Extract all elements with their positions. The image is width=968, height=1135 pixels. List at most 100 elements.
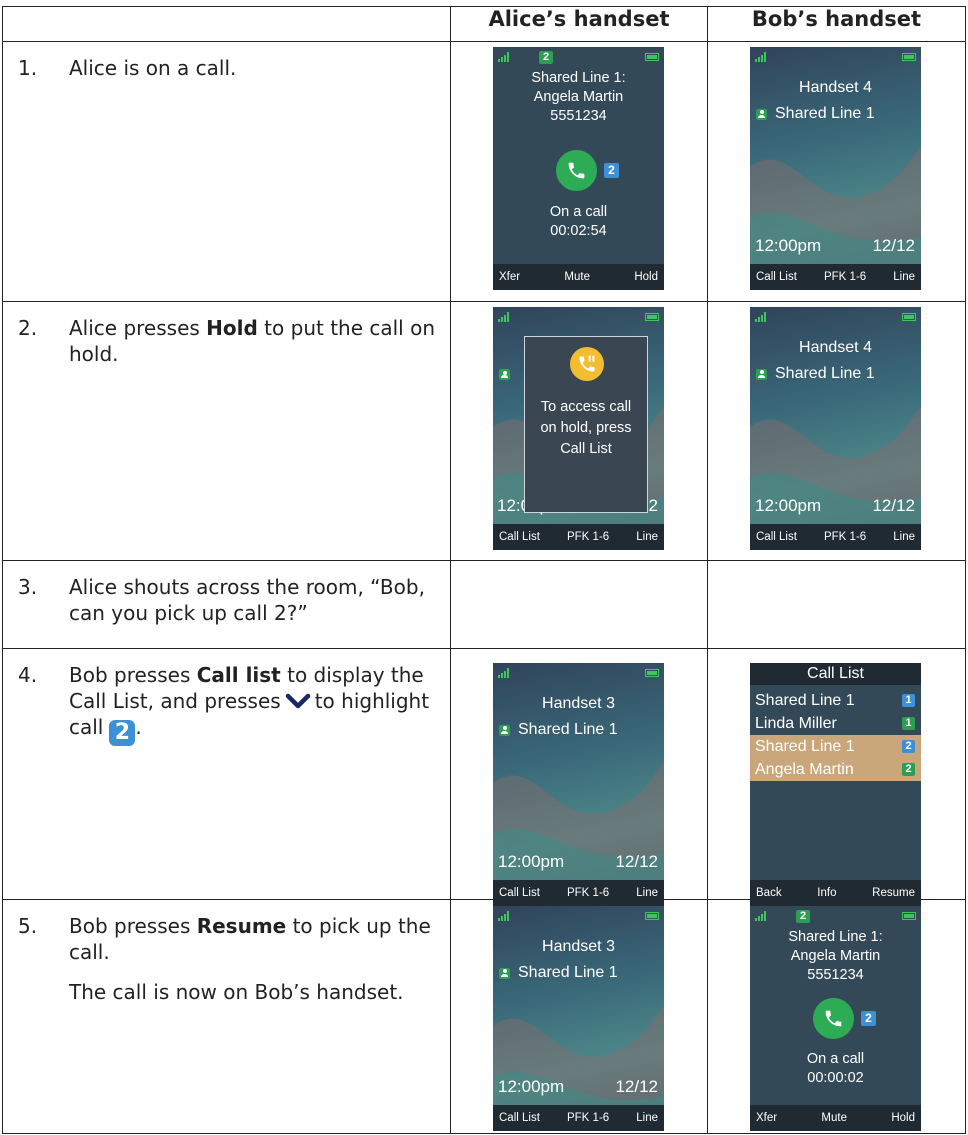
softkey-xfer[interactable]: Xfer [499, 271, 520, 283]
softkey-line[interactable]: Line [636, 887, 658, 899]
step-text: Bob presses Call list to display the Cal… [69, 662, 439, 746]
call-status: On a call 00:00:02 [750, 1050, 921, 1088]
call-number: 5551234 [550, 108, 607, 124]
handset-screen-idle: Handset 3 Shared Line 1 12:00pm 12/12 Ca… [493, 906, 664, 1131]
handset-name: Handset 3 [542, 695, 615, 712]
call-list-item-selected[interactable]: Shared Line 1 2 [750, 735, 921, 758]
softkey-pfk[interactable]: PFK 1-6 [567, 1112, 609, 1124]
line-badge: 2 [796, 910, 810, 923]
key-name-resume: Resume [196, 914, 287, 938]
handset-screen-idle: Handset 4 Shared Line 1 12:00pm 12/12 Ca… [750, 47, 921, 290]
handset-name: Handset 3 [542, 938, 615, 955]
battery-icon [902, 313, 916, 321]
line-name: Shared Line 1 [518, 721, 618, 738]
softkey-bar: Call List PFK 1-6 Line [750, 524, 921, 550]
line-name: Shared Line 1 [775, 365, 875, 382]
line-label: Shared Line 1 [499, 721, 618, 739]
alice-cell-2: 12:00pm 12/12 To access call on hold, pr… [450, 301, 708, 561]
handset-screen-call: 2 Shared Line 1: Angela Martin 5551234 2… [750, 906, 921, 1131]
softkey-hold[interactable]: Hold [634, 271, 658, 283]
handset-screen-call-list: Call List Shared Line 1 1 Linda Miller 1 S… [750, 663, 921, 906]
softkey-call-list[interactable]: Call List [756, 531, 797, 543]
contact-icon [756, 368, 767, 380]
clock-time: 12:00pm [755, 496, 822, 515]
signal-icon [498, 52, 509, 62]
call-number: 5551234 [807, 967, 864, 983]
handset-screen-call: 2 Shared Line 1: Angela Martin 5551234 2… [493, 47, 664, 290]
step-paragraph: The call is now on Bob’s handset. [69, 980, 404, 1004]
softkey-pfk[interactable]: PFK 1-6 [567, 887, 609, 899]
battery-icon [645, 53, 659, 61]
header-row: Alice’s handset Bob’s handset [2, 6, 966, 42]
step-row-4: 4. Bob presses Call list to display the … [2, 648, 966, 906]
line-tag: 2 [902, 740, 915, 753]
step-cell-5: 5. Bob presses Resume to pick up the cal… [2, 899, 451, 1134]
softkey-pfk[interactable]: PFK 1-6 [824, 271, 866, 283]
softkey-bar: Call List PFK 1-6 Line [493, 524, 664, 550]
softkey-call-list[interactable]: Call List [499, 887, 540, 899]
signal-icon [755, 911, 766, 921]
softkey-info[interactable]: Info [817, 887, 836, 899]
hold-call-icon [570, 347, 604, 381]
popup-line: To access call [540, 399, 632, 415]
softkey-xfer[interactable]: Xfer [756, 1112, 777, 1124]
step-text: Alice shouts across the room, “Bob, can … [69, 575, 425, 625]
step-text: Alice presses Hold to put the call on ho… [69, 315, 439, 367]
softkey-mute[interactable]: Mute [821, 1112, 847, 1124]
step-row-1: 1. Alice is on a call. 2 Shared Line 1: … [2, 41, 966, 302]
call-number-badge: 2 [861, 1011, 876, 1026]
step-number: 3. [18, 575, 38, 599]
call-list-item[interactable]: Linda Miller 1 [750, 712, 921, 735]
softkey-resume[interactable]: Resume [872, 887, 915, 899]
line-label: Shared Line 1 [499, 964, 618, 982]
clock-date: 12/12 [615, 852, 658, 871]
softkey-call-list[interactable]: Call List [499, 1112, 540, 1124]
key-name-call-list: Call list [196, 663, 281, 687]
clock-time: 12:00pm [498, 852, 565, 871]
step-cell-1: 1. Alice is on a call. [2, 41, 451, 302]
call-status-text: On a call [549, 204, 608, 220]
clock-date: 12/12 [872, 236, 915, 255]
handset-name: Handset 4 [799, 79, 872, 96]
softkey-line[interactable]: Line [636, 1112, 658, 1124]
battery-icon [902, 912, 916, 920]
softkey-bar: Xfer Mute Hold [493, 264, 664, 290]
step-number: 1. [18, 56, 38, 80]
step-text-part: Alice presses [69, 316, 207, 340]
handset-name: Handset 4 [799, 339, 872, 356]
call-line: Shared Line 1: [788, 929, 883, 945]
softkey-line[interactable]: Line [636, 531, 658, 543]
hold-popup-message: To access call on hold, press Call List [525, 397, 647, 460]
softkey-line[interactable]: Line [893, 531, 915, 543]
softkey-hold[interactable]: Hold [891, 1112, 915, 1124]
popup-line: on hold, press [540, 420, 632, 436]
step-number: 2. [18, 316, 38, 340]
call-list-item-selected[interactable]: Angela Martin 2 [750, 758, 921, 781]
softkey-line[interactable]: Line [893, 271, 915, 283]
call-list-item[interactable]: Shared Line 1 1 [750, 689, 921, 712]
step-paragraph: Bob presses Resume to pick up the call. [69, 913, 439, 965]
line-tag: 1 [902, 694, 915, 707]
softkey-mute[interactable]: Mute [564, 271, 590, 283]
alice-cell-5: Handset 3 Shared Line 1 12:00pm 12/12 Ca… [450, 899, 708, 1134]
handset-screen-idle: Handset 3 Shared Line 1 12:00pm 12/12 Ca… [493, 663, 664, 906]
step-text-part: . [135, 715, 142, 739]
softkey-pfk[interactable]: PFK 1-6 [824, 531, 866, 543]
handset-screen-idle: Handset 4 Shared Line 1 12:00pm 12/12 Ca… [750, 307, 921, 550]
alice-cell-1: 2 Shared Line 1: Angela Martin 5551234 2… [450, 41, 708, 302]
step-text-part: Bob presses [69, 663, 197, 687]
clock-time: 12:00pm [498, 1077, 565, 1096]
header-bob: Bob’s handset [707, 6, 966, 42]
softkey-call-list[interactable]: Call List [499, 531, 540, 543]
bob-cell-4: Call List Shared Line 1 1 Linda Miller 1 S… [707, 648, 966, 906]
hold-popup: To access call on hold, press Call List [524, 336, 648, 513]
signal-icon [498, 911, 509, 921]
softkey-call-list[interactable]: Call List [756, 271, 797, 283]
softkey-pfk[interactable]: PFK 1-6 [567, 531, 609, 543]
call-list-item-label: Linda Miller [755, 715, 837, 732]
steps-table: Alice’s handset Bob’s handset 1. Alice i… [2, 6, 966, 1134]
step-cell-4: 4. Bob presses Call list to display the … [2, 648, 451, 900]
softkey-back[interactable]: Back [756, 887, 782, 899]
call-status-text: On a call [806, 1051, 865, 1067]
contact-icon [499, 724, 510, 736]
